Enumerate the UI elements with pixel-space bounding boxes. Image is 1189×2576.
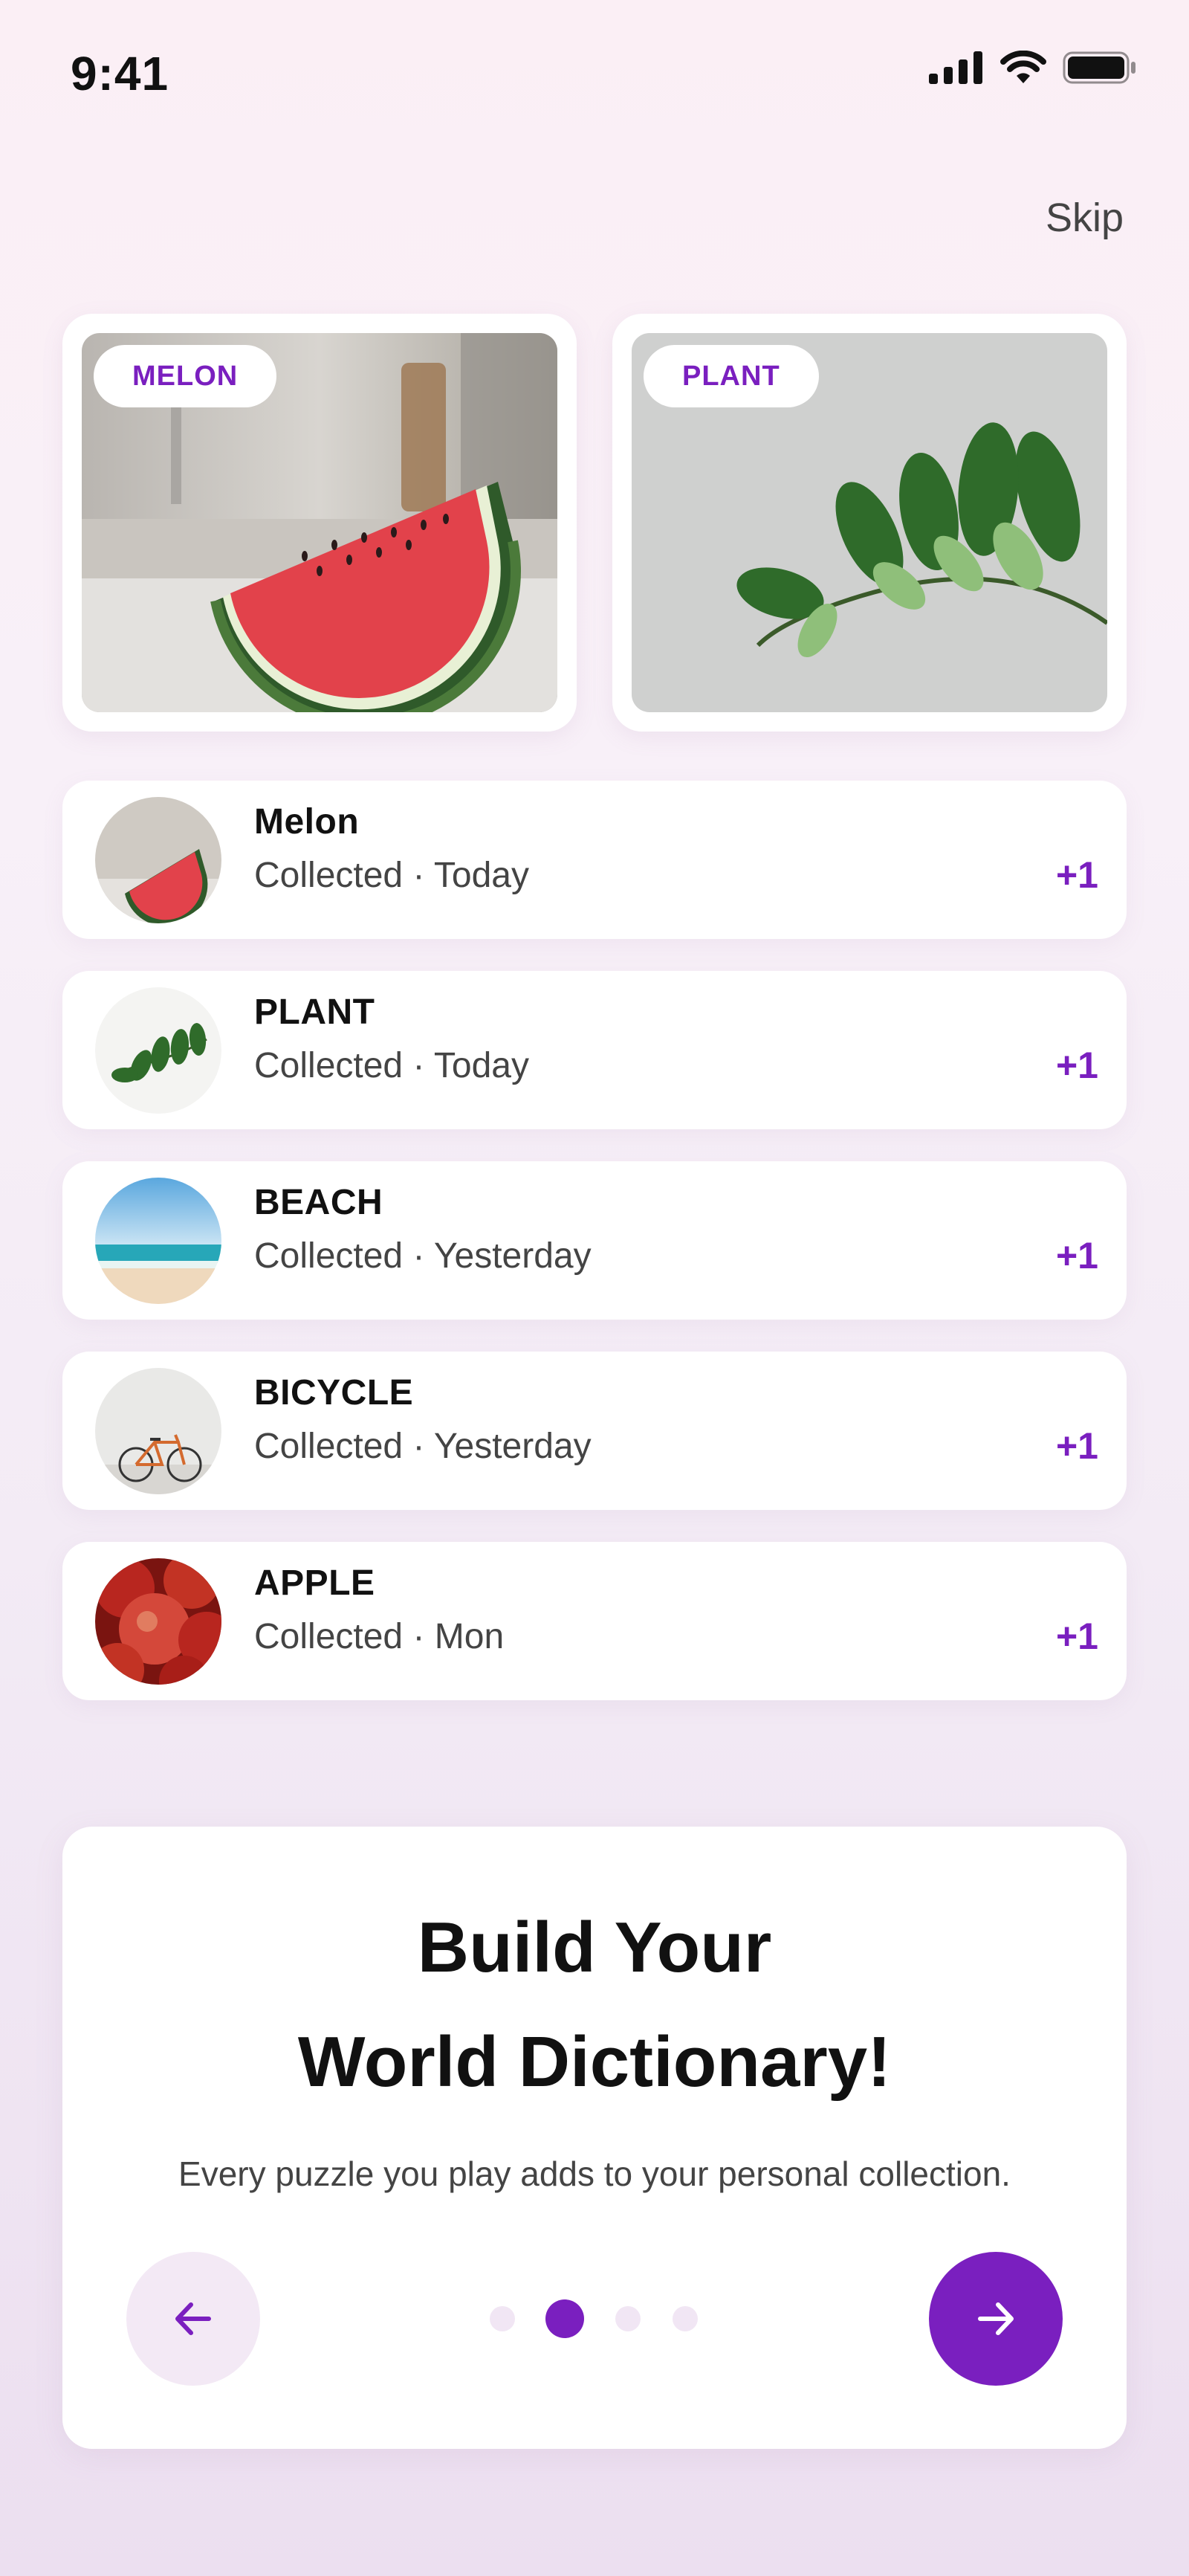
hero-card-melon[interactable]: MELON [62,314,577,732]
melon-photo: MELON [82,333,557,712]
status-bar: 9:41 [0,0,1189,149]
item-subtitle: Collected · Mon [254,1617,505,1656]
page-dot-active [545,2299,584,2338]
list-item[interactable]: BICYCLE Collected · Yesterday +1 [62,1352,1127,1510]
list-item[interactable]: Melon Collected · Today +1 [62,781,1127,939]
item-title: APPLE [254,1563,375,1603]
item-points: +1 [1055,1425,1098,1467]
item-points: +1 [1055,1235,1098,1276]
item-subtitle: Collected · Yesterday [254,1427,592,1466]
item-points: +1 [1055,1045,1098,1086]
list-item[interactable]: APPLE Collected · Mon +1 [62,1542,1127,1700]
battery-icon [1063,51,1135,84]
list-item[interactable]: BEACH Collected · Yesterday +1 [62,1161,1127,1320]
status-time: 9:41 [71,47,169,100]
plant-photo: PLANT [632,333,1107,712]
melon-thumbnail [95,797,221,923]
apple-thumbnail [95,1558,221,1685]
onboarding-card: Build Your World Dictionary! Every puzzl… [62,1827,1127,2449]
list-item[interactable]: PLANT Collected · Today +1 [62,971,1127,1129]
item-title: PLANT [254,992,375,1032]
description: Every puzzle you play adds to your perso… [178,2154,1011,2193]
status-icons [929,51,1137,85]
item-points: +1 [1055,854,1098,896]
skip-button[interactable]: Skip [1046,195,1124,241]
item-subtitle: Collected · Yesterday [254,1236,592,1276]
item-subtitle: Collected · Today [254,856,529,895]
collection-list: Melon Collected · Today +1 PLANT Collect… [62,781,1127,1732]
wifi-icon [1000,51,1046,83]
page-dot [615,2306,641,2331]
hero-card-plant[interactable]: PLANT [612,314,1127,732]
headline-line-2: World Dictionary! [297,2022,892,2102]
cellular-signal-icon [929,51,982,84]
next-button[interactable] [929,2252,1063,2386]
page-dot [673,2306,698,2331]
hero-tag-plant: PLANT [644,345,819,407]
plant-thumbnail [95,987,221,1114]
headline-line-1: Build Your [417,1908,772,1987]
arrow-right-icon [978,2302,1014,2335]
hero-tag-melon: MELON [94,345,277,407]
item-title: Melon [254,802,360,842]
item-subtitle: Collected · Today [254,1046,529,1085]
beach-thumbnail [95,1178,221,1304]
item-title: BEACH [254,1183,383,1222]
item-points: +1 [1055,1615,1098,1657]
bicycle-thumbnail [95,1368,221,1494]
item-title: BICYCLE [254,1373,414,1413]
page-dot [490,2306,515,2331]
